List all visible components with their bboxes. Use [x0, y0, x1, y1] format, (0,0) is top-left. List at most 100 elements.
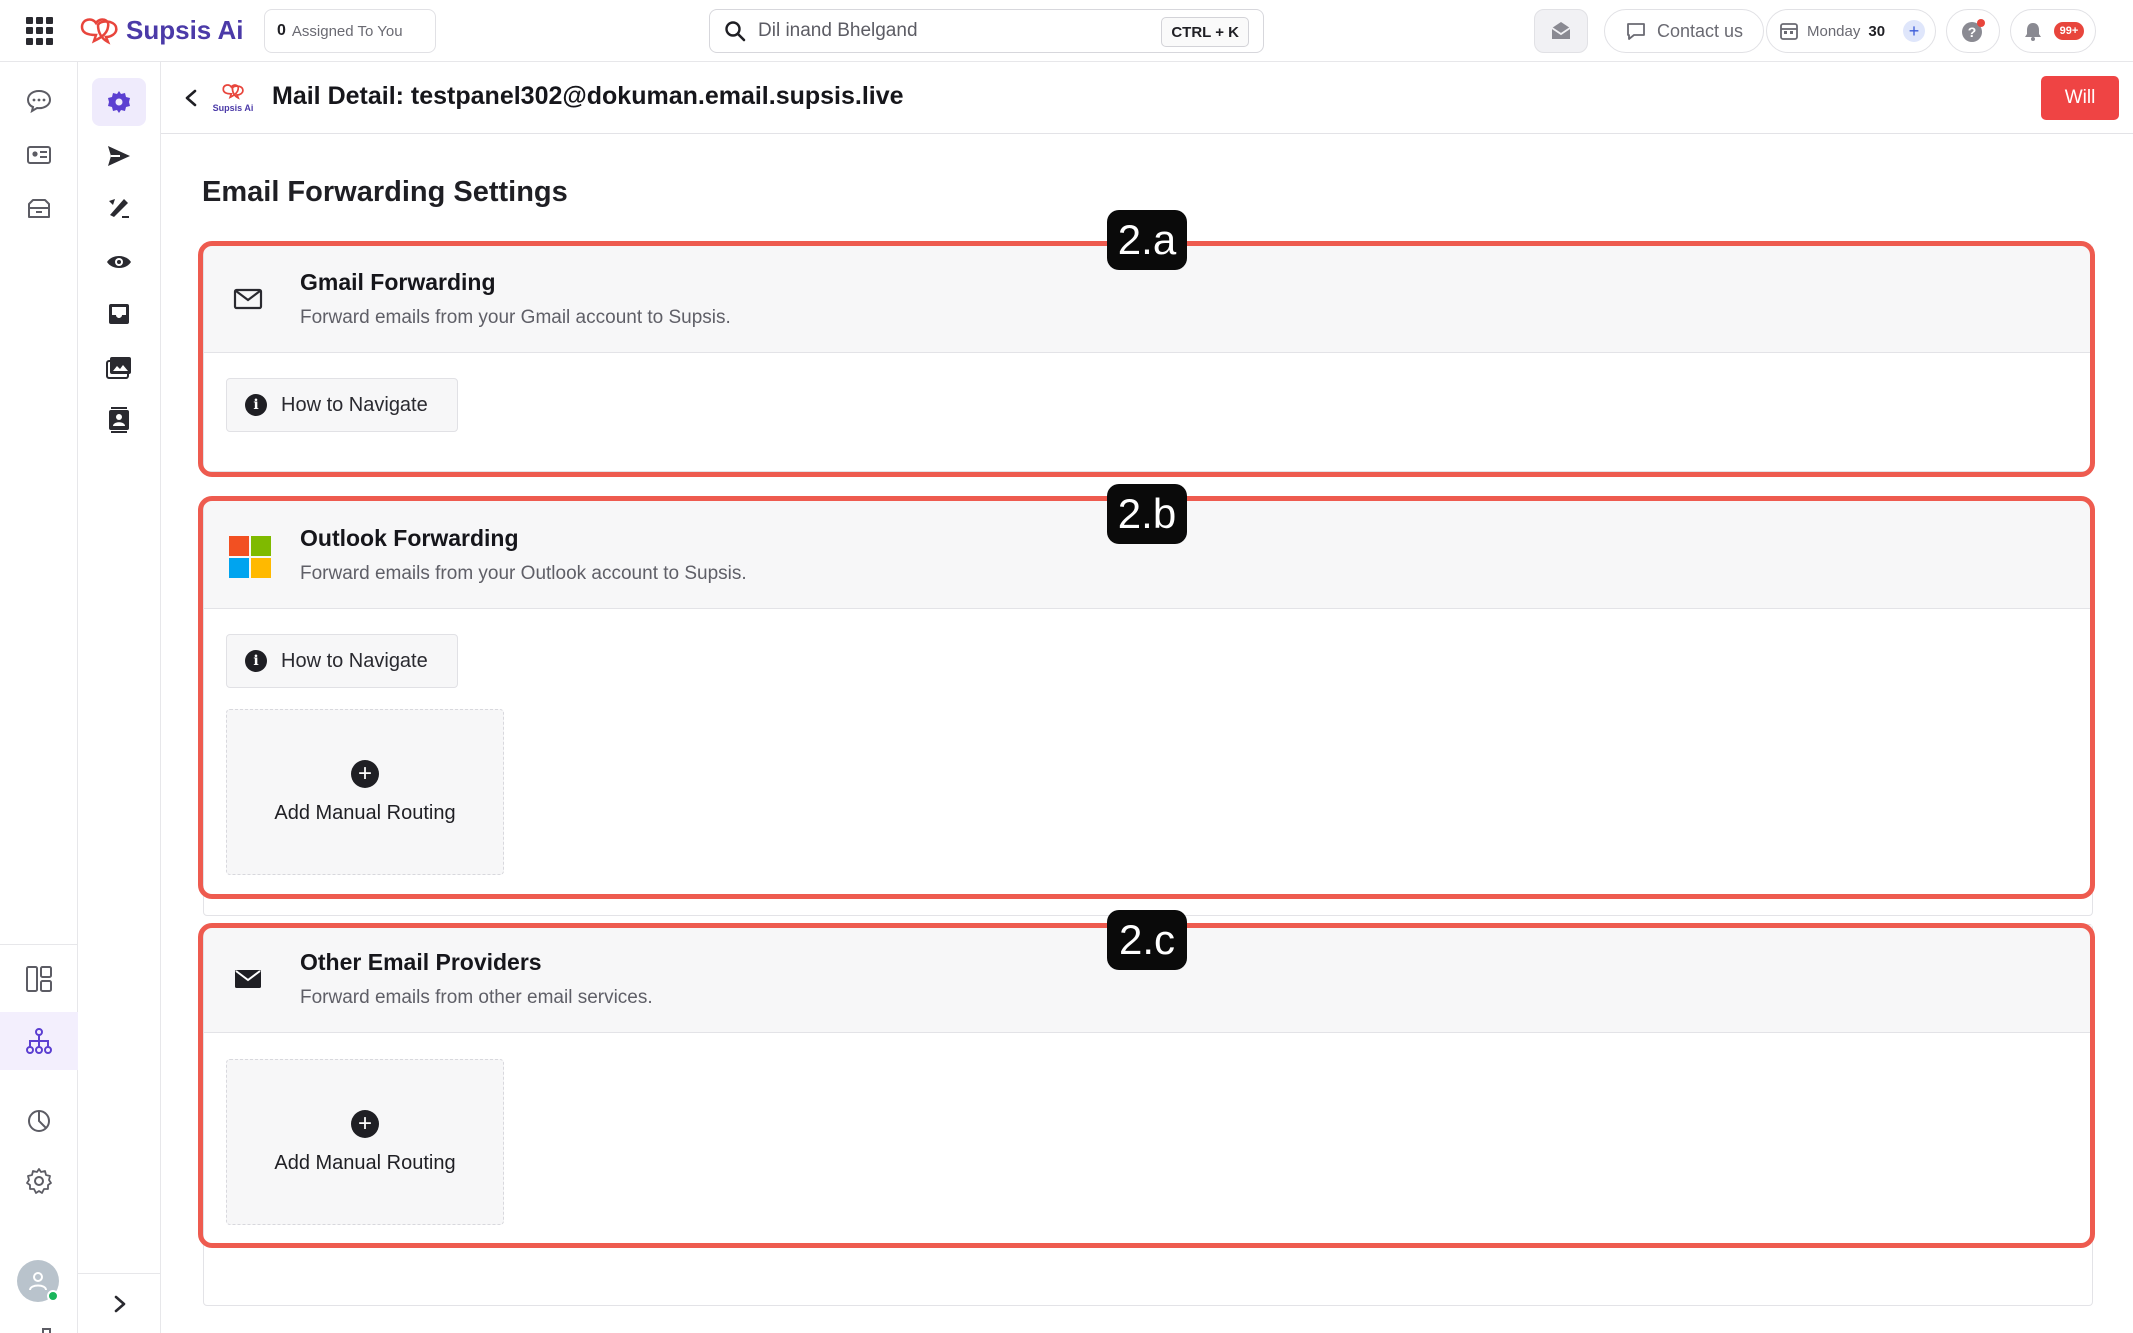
rail-conversations[interactable] [18, 80, 60, 122]
online-status-dot [47, 1290, 59, 1302]
envelope-outline-icon [232, 283, 264, 315]
add-manual-routing-label: Add Manual Routing [274, 1151, 456, 1174]
rail-reports[interactable] [18, 1100, 60, 1142]
hierarchy-icon [26, 1028, 52, 1054]
bell-icon [2024, 23, 2041, 41]
other-providers-card: Other Email Providers Forward emails fro… [203, 924, 2093, 1306]
brand-name: Supsis Ai [126, 14, 244, 45]
how-to-navigate-button[interactable]: i How to Navigate [226, 378, 458, 432]
calendar-icon [1780, 23, 1798, 40]
apps-grid-icon[interactable] [26, 17, 54, 45]
how-to-navigate-label: How to Navigate [281, 393, 428, 416]
add-manual-routing-label: Add Manual Routing [274, 801, 456, 824]
plus-circle-icon: + [351, 759, 379, 788]
card-description: Forward emails from your Gmail account t… [300, 307, 731, 328]
section-title: Email Forwarding Settings [202, 176, 568, 208]
rail-logout[interactable] [18, 1318, 60, 1333]
plus-circle-icon: + [351, 1109, 379, 1138]
assigned-count: 0 [277, 22, 286, 39]
mail-open-icon [1551, 22, 1571, 39]
search-input[interactable] [758, 20, 1158, 42]
page-title: Mail Detail: testpanel302@dokuman.email.… [272, 82, 904, 110]
user-avatar[interactable] [17, 1260, 59, 1302]
expand-sidebar-button[interactable] [78, 1273, 161, 1333]
send-icon [108, 146, 130, 166]
rail-contacts[interactable] [18, 134, 60, 176]
date-day: Monday [1807, 22, 1861, 40]
top-bar: Supsis Ai 0 Assigned To You CTRL + K Con… [0, 0, 2133, 62]
date-widget[interactable]: Monday 30 + [1766, 9, 1936, 53]
chevron-right-icon [114, 1295, 125, 1312]
user-icon [29, 1272, 47, 1291]
info-icon: i [245, 394, 267, 416]
gear-icon [26, 1168, 52, 1194]
image-gallery-icon [106, 357, 131, 379]
inbox-tray-icon [109, 304, 129, 324]
notification-count-badge: 99+ [2053, 22, 2085, 40]
subnav-directory[interactable] [92, 396, 146, 444]
subnav-visibility[interactable] [92, 238, 146, 286]
contact-us-label: Contact us [1656, 20, 1744, 41]
notifications-button[interactable]: 99+ [2010, 9, 2096, 53]
primary-rail [0, 62, 78, 1333]
envelope-filled-icon [232, 963, 264, 995]
chat-bubble-icon [1627, 23, 1645, 40]
svg-text:?: ? [1968, 24, 1977, 40]
contact-us-button[interactable]: Contact us [1604, 9, 1764, 53]
subnav-media[interactable] [92, 344, 146, 392]
card-title: Outlook Forwarding [300, 525, 519, 551]
mini-logo-text: Supsis Ai [212, 103, 254, 113]
contact-book-icon [109, 407, 129, 433]
gmail-forwarding-card: Gmail Forwarding Forward emails from you… [203, 244, 2093, 472]
subnav-signature[interactable] [92, 184, 146, 232]
will-button[interactable]: Will [2041, 76, 2119, 120]
archive-box-icon [28, 199, 50, 218]
chevron-left-icon [185, 89, 197, 107]
card-description: Forward emails from other email services… [300, 987, 653, 1008]
secondary-sidebar [78, 62, 161, 1333]
subnav-send[interactable] [92, 132, 146, 180]
rail-dashboard[interactable] [18, 958, 60, 1000]
global-search[interactable]: CTRL + K [709, 9, 1264, 53]
add-manual-routing-tile[interactable]: + Add Manual Routing [226, 709, 504, 875]
annotation-label-2a: 2.a [1107, 210, 1187, 270]
how-to-navigate-label: How to Navigate [281, 649, 428, 672]
rail-archive[interactable] [18, 188, 60, 230]
search-icon [725, 21, 746, 42]
supsis-logo-icon [222, 84, 244, 100]
id-card-icon [27, 146, 51, 164]
logout-icon [42, 1328, 51, 1333]
annotation-label-2b: 2.b [1107, 484, 1187, 544]
pen-tool-icon [109, 199, 129, 218]
chat-bubble-icon [26, 89, 52, 114]
assigned-to-you-filter[interactable]: 0 Assigned To You [264, 9, 436, 53]
rail-settings[interactable] [18, 1160, 60, 1202]
mail-button[interactable] [1534, 9, 1588, 53]
rail-routing[interactable] [0, 1012, 78, 1070]
supsis-logo-icon [80, 18, 118, 45]
detail-header: Supsis Ai Mail Detail: testpanel302@doku… [161, 62, 2133, 134]
search-shortcut-hint: CTRL + K [1161, 17, 1249, 47]
add-event-icon[interactable]: + [1903, 20, 1926, 42]
assigned-label: Assigned To You [291, 22, 403, 40]
add-manual-routing-tile[interactable]: + Add Manual Routing [226, 1059, 504, 1225]
how-to-navigate-button[interactable]: i How to Navigate [226, 634, 458, 688]
outlook-forwarding-card: Outlook Forwarding Forward emails from y… [203, 500, 2093, 916]
card-description: Forward emails from your Outlook account… [300, 563, 747, 584]
dashboard-layout-icon [26, 966, 52, 992]
eye-icon [107, 256, 131, 268]
microsoft-logo-icon [228, 535, 272, 579]
app-logo[interactable]: Supsis Ai [78, 12, 244, 48]
pie-chart-icon [28, 1110, 50, 1132]
info-icon: i [245, 650, 267, 672]
annotation-label-2c: 2.c [1107, 910, 1187, 970]
card-title: Other Email Providers [300, 949, 542, 975]
subnav-settings[interactable] [92, 78, 146, 126]
mini-logo: Supsis Ai [209, 82, 257, 114]
card-title: Gmail Forwarding [300, 269, 496, 295]
gear-icon [108, 91, 130, 113]
date-number: 30 [1868, 22, 1886, 40]
help-button[interactable]: ? [1946, 9, 2000, 53]
subnav-inbox[interactable] [92, 290, 146, 338]
back-button[interactable] [177, 84, 205, 112]
